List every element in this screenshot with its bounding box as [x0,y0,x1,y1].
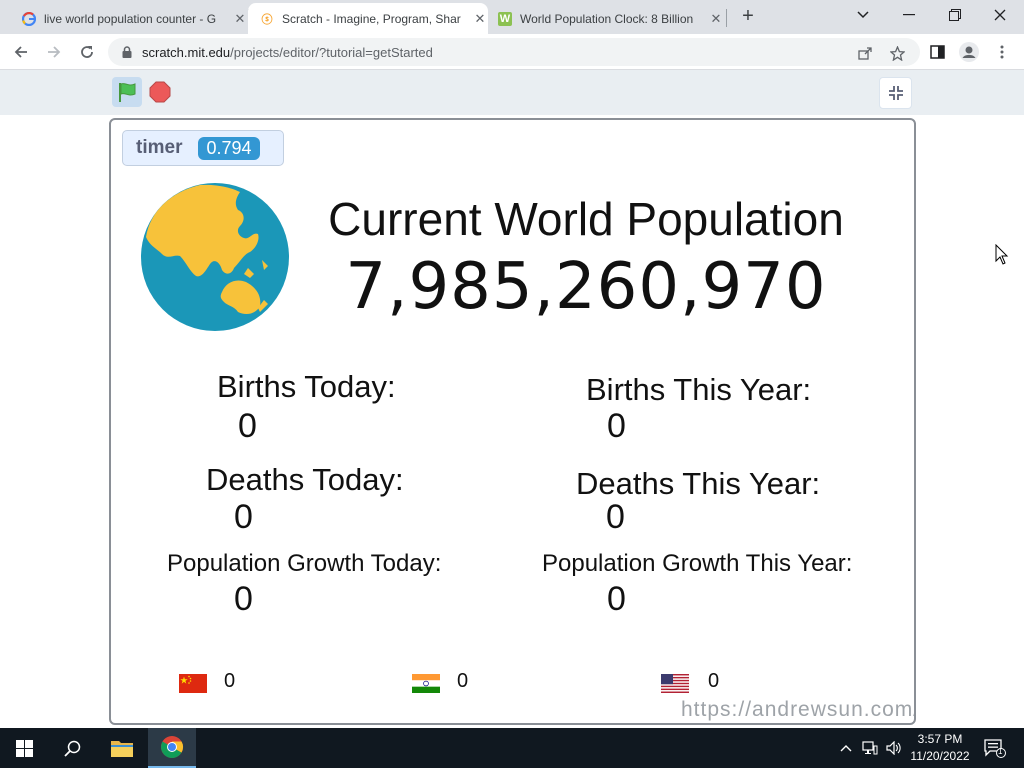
tab-title: Scratch - Imagine, Program, Shar [282,11,461,26]
india-flag-icon [412,674,440,693]
start-button[interactable] [0,728,48,768]
globe-icon [141,183,289,331]
mouse-cursor-icon [995,244,1009,265]
bookmark-star-icon[interactable] [888,44,906,62]
clock-date: 11/20/2022 [910,749,970,763]
tab-scratch[interactable]: ⓢ Scratch - Imagine, Program, Shar ✕ [248,3,488,34]
china-flag-icon [179,674,207,693]
volume-icon[interactable] [886,740,902,756]
taskbar: 3:57 PM 11/20/2022 1 [0,728,1024,768]
timer-label: timer [136,137,183,158]
reload-icon[interactable] [75,40,99,64]
back-icon[interactable] [9,40,33,64]
search-icon [63,740,80,757]
search-button[interactable] [48,728,96,768]
new-tab-button[interactable]: + [737,5,759,27]
tab-google-search[interactable]: live world population counter - G ✕ [12,3,248,34]
births-year-label: Births This Year: [586,372,812,407]
notification-count: 1 [998,747,1003,756]
forward-icon[interactable] [42,40,66,64]
deaths-year-value: 0 [606,498,625,536]
growth-year-value: 0 [607,580,626,618]
tab-title: live world population counter - G [44,11,217,26]
green-flag-icon [119,83,136,102]
births-year-value: 0 [607,407,626,445]
system-clock[interactable]: 3:57 PM 11/20/2022 [908,731,972,765]
url-path: /projects/editor/?tutorial=getStarted [230,44,433,60]
timer-value: 0.794 [198,136,260,160]
chrome-taskbar-button[interactable] [148,728,196,768]
watermark: https://andrewsun.com/ [681,698,916,721]
show-hidden-icons-icon[interactable] [838,740,854,756]
profile-icon[interactable] [959,42,979,62]
scratch-icon: ⓢ [261,13,273,26]
deaths-today-label: Deaths Today: [206,462,404,497]
folder-icon [111,741,133,757]
deaths-today-value: 0 [234,498,253,536]
browser-toolbar: scratch.mit.edu/projects/editor/?tutoria… [0,34,1024,70]
minimize-icon[interactable] [894,4,924,26]
close-icon[interactable]: ✕ [708,11,724,27]
deaths-year-label: Deaths This Year: [576,466,821,501]
lock-icon [122,46,132,58]
india-count: 0 [457,670,469,692]
restore-icon[interactable] [940,4,970,26]
population-counter: 7,985,260,970 [345,250,827,324]
page-title: Current World Population [328,193,844,245]
worldometers-icon: W [498,11,512,26]
collapse-icon [888,86,903,100]
file-explorer-button[interactable] [98,728,146,768]
side-panel-icon[interactable] [927,42,947,62]
births-today-label: Births Today: [217,369,396,404]
growth-year-label: Population Growth This Year: [542,550,853,577]
growth-today-value: 0 [234,580,253,618]
close-icon[interactable]: ✕ [472,11,488,27]
usa-count: 0 [708,670,720,692]
china-count: 0 [224,670,236,692]
tab-worldometers[interactable]: W World Population Clock: 8 Billion ✕ [488,3,724,34]
share-icon[interactable] [856,44,874,62]
tab-search-icon[interactable] [848,4,878,26]
notifications-icon[interactable]: 1 [984,738,1006,758]
address-bar[interactable]: scratch.mit.edu/projects/editor/?tutoria… [108,38,920,66]
menu-kebab-icon[interactable] [992,42,1012,62]
close-icon[interactable]: ✕ [232,11,248,27]
stop-button[interactable] [147,79,173,105]
chrome-icon [161,736,183,758]
exit-fullscreen-button[interactable] [879,77,912,109]
url-host: scratch.mit.edu [142,44,231,60]
timer-monitor: timer 0.794 [122,130,284,166]
green-flag-button[interactable] [112,77,142,107]
google-icon [22,11,36,26]
births-today-value: 0 [238,407,257,445]
url-text: scratch.mit.edu/projects/editor/?tutoria… [142,45,433,60]
stage-header [0,70,1024,115]
growth-today-label: Population Growth Today: [167,550,442,577]
usa-flag-icon [661,674,689,693]
stage[interactable]: timer 0.794 Current World Population 7,9… [109,118,916,725]
stop-sign-icon [149,81,171,103]
clock-time: 3:57 PM [917,732,963,746]
network-icon[interactable] [862,740,878,756]
tab-divider [726,9,727,27]
close-window-icon[interactable] [985,4,1015,26]
windows-icon [15,739,33,757]
tab-title: World Population Clock: 8 Billion [520,11,694,26]
tab-strip: live world population counter - G ✕ ⓢ Sc… [0,0,1024,34]
